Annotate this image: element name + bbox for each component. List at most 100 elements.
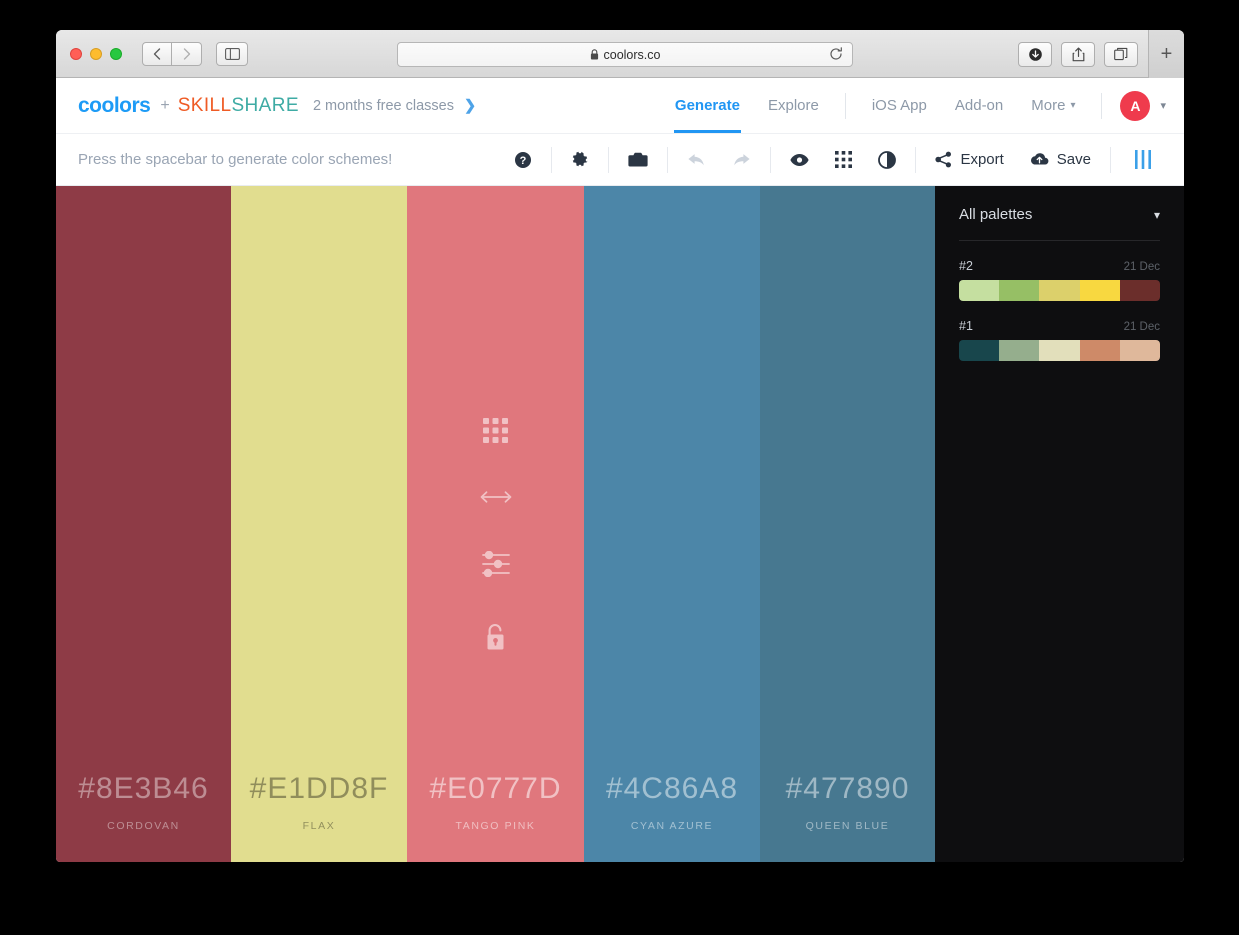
- toolbar-divider: [608, 146, 610, 173]
- skillshare-logo-part2: SHARE: [231, 94, 299, 116]
- account-chevron-down-icon[interactable]: ▾: [1160, 99, 1166, 112]
- color-column-5[interactable]: #477890 QUEEN BLUE: [760, 186, 935, 862]
- palettes-sidebar-toggle[interactable]: [1117, 143, 1166, 177]
- address-bar[interactable]: coolors.co: [397, 42, 853, 67]
- color-column-2[interactable]: #E1DD8F FLAX: [231, 186, 407, 862]
- app-toolbar: Press the spacebar to generate color sch…: [56, 134, 1184, 186]
- promo-label: 2 months free classes: [312, 97, 454, 114]
- saved-palette-name: #2: [959, 259, 973, 273]
- nav-label: Generate: [674, 97, 740, 114]
- saved-palette-item[interactable]: #1 21 Dec: [959, 319, 1160, 361]
- contrast-icon: [878, 150, 897, 169]
- nav-item-add-on[interactable]: Add-on: [941, 78, 1017, 133]
- color-name: CYAN AZURE: [630, 820, 714, 832]
- save-label: Save: [1056, 151, 1091, 168]
- close-window-button[interactable]: [70, 47, 82, 60]
- swatch: [959, 340, 1000, 361]
- swatch: [1119, 280, 1160, 301]
- color-column-4[interactable]: #4C86A8 CYAN AZURE: [584, 186, 760, 862]
- color-column-1[interactable]: #8E3B46 CORDOVAN: [56, 186, 231, 862]
- downloads-button[interactable]: [1018, 41, 1052, 67]
- swatch: [959, 280, 1000, 301]
- nav-item-explore[interactable]: Explore: [754, 78, 833, 133]
- swatch: [999, 280, 1040, 301]
- grid-dots-icon[interactable]: [483, 418, 508, 448]
- new-tab-button[interactable]: +: [1148, 30, 1184, 78]
- maximize-window-button[interactable]: [110, 47, 122, 60]
- palettes-sidebar-header[interactable]: All palettes ▾: [959, 206, 1160, 241]
- help-button[interactable]: ?: [501, 143, 545, 177]
- lock-icon: [590, 49, 599, 60]
- color-column-3[interactable]: #E0777D TANGO PINK: [407, 186, 584, 862]
- swatch: [1039, 340, 1080, 361]
- swatch: [1079, 280, 1120, 301]
- back-button[interactable]: [142, 41, 172, 66]
- main-navigation: Generate Explore iOS App Add-on More ▾ A…: [661, 78, 1184, 133]
- cloud-save-icon: [1030, 153, 1049, 165]
- tab-overview-button[interactable]: [1104, 41, 1138, 67]
- plus-separator: +: [160, 96, 170, 114]
- reload-icon[interactable]: [829, 46, 843, 63]
- skillshare-logo-part1: SKILL: [177, 94, 232, 116]
- chevron-down-icon[interactable]: ▾: [1154, 208, 1160, 222]
- site-header: coolors + SKILLSHARE 2 months free class…: [56, 78, 1184, 134]
- gear-icon: [573, 151, 588, 166]
- save-button[interactable]: Save: [1017, 143, 1104, 177]
- color-hex[interactable]: #4C86A8: [606, 772, 738, 806]
- url-text: coolors.co: [603, 47, 661, 62]
- palettes-sidebar: All palettes ▾ #2 21 Dec #1 21 Dec: [935, 186, 1184, 862]
- saved-palette-date: 21 Dec: [1123, 321, 1160, 333]
- swatch: [999, 340, 1040, 361]
- redo-icon: [734, 153, 751, 165]
- nav-divider: [844, 92, 846, 119]
- nav-divider: [1101, 92, 1103, 119]
- saved-palette-meta: #2 21 Dec: [959, 259, 1160, 273]
- svg-text:?: ?: [520, 155, 527, 167]
- export-label: Export: [960, 151, 1004, 168]
- color-hex[interactable]: #E0777D: [429, 772, 561, 806]
- sliders-icon[interactable]: [481, 550, 511, 582]
- chrome-right-buttons: +: [1009, 30, 1184, 78]
- nav-label: More: [1031, 97, 1066, 114]
- unlock-icon[interactable]: [483, 623, 508, 658]
- color-hex[interactable]: #477890: [786, 772, 910, 806]
- nav-item-ios-app[interactable]: iOS App: [858, 78, 941, 133]
- forward-button[interactable]: [172, 41, 202, 66]
- share-node-icon: [935, 151, 952, 168]
- share-button[interactable]: [1061, 41, 1095, 67]
- toolbar-divider: [667, 146, 669, 173]
- grid-view-button[interactable]: [822, 143, 865, 177]
- camera-icon: [628, 152, 649, 166]
- avatar[interactable]: A: [1120, 90, 1151, 121]
- swatch: [1079, 340, 1120, 361]
- window-controls: [70, 47, 122, 60]
- redo-button[interactable]: [719, 143, 764, 177]
- saved-palette-item[interactable]: #2 21 Dec: [959, 259, 1160, 301]
- toolbar-divider: [915, 146, 917, 173]
- minimize-window-button[interactable]: [90, 47, 102, 60]
- toolbar-divider: [551, 146, 553, 173]
- sidebar-toggle-button[interactable]: [216, 41, 248, 66]
- saved-palette-swatches[interactable]: [959, 280, 1160, 301]
- chevron-down-icon: ▾: [1070, 100, 1076, 111]
- saved-palette-date: 21 Dec: [1123, 261, 1160, 273]
- color-hex[interactable]: #E1DD8F: [250, 772, 389, 806]
- skillshare-logo[interactable]: SKILLSHARE: [178, 95, 299, 117]
- view-button[interactable]: [777, 143, 822, 177]
- export-button[interactable]: Export: [922, 143, 1016, 177]
- coolors-logo[interactable]: coolors: [78, 94, 151, 118]
- nav-item-generate[interactable]: Generate: [661, 78, 754, 133]
- camera-button[interactable]: [615, 143, 661, 177]
- nav-item-more[interactable]: More ▾: [1017, 78, 1089, 133]
- color-hex[interactable]: #8E3B46: [78, 772, 208, 806]
- help-icon: ?: [515, 151, 532, 168]
- undo-button[interactable]: [674, 143, 719, 177]
- contrast-button[interactable]: [865, 143, 909, 177]
- drag-horizontal-icon[interactable]: [479, 489, 513, 510]
- promo-link[interactable]: 2 months free classes ❯: [313, 98, 476, 114]
- color-name: QUEEN BLUE: [805, 820, 890, 832]
- saved-palette-swatches[interactable]: [959, 340, 1160, 361]
- color-column-actions: [407, 418, 584, 658]
- settings-button[interactable]: [558, 143, 602, 177]
- swatch: [1039, 280, 1080, 301]
